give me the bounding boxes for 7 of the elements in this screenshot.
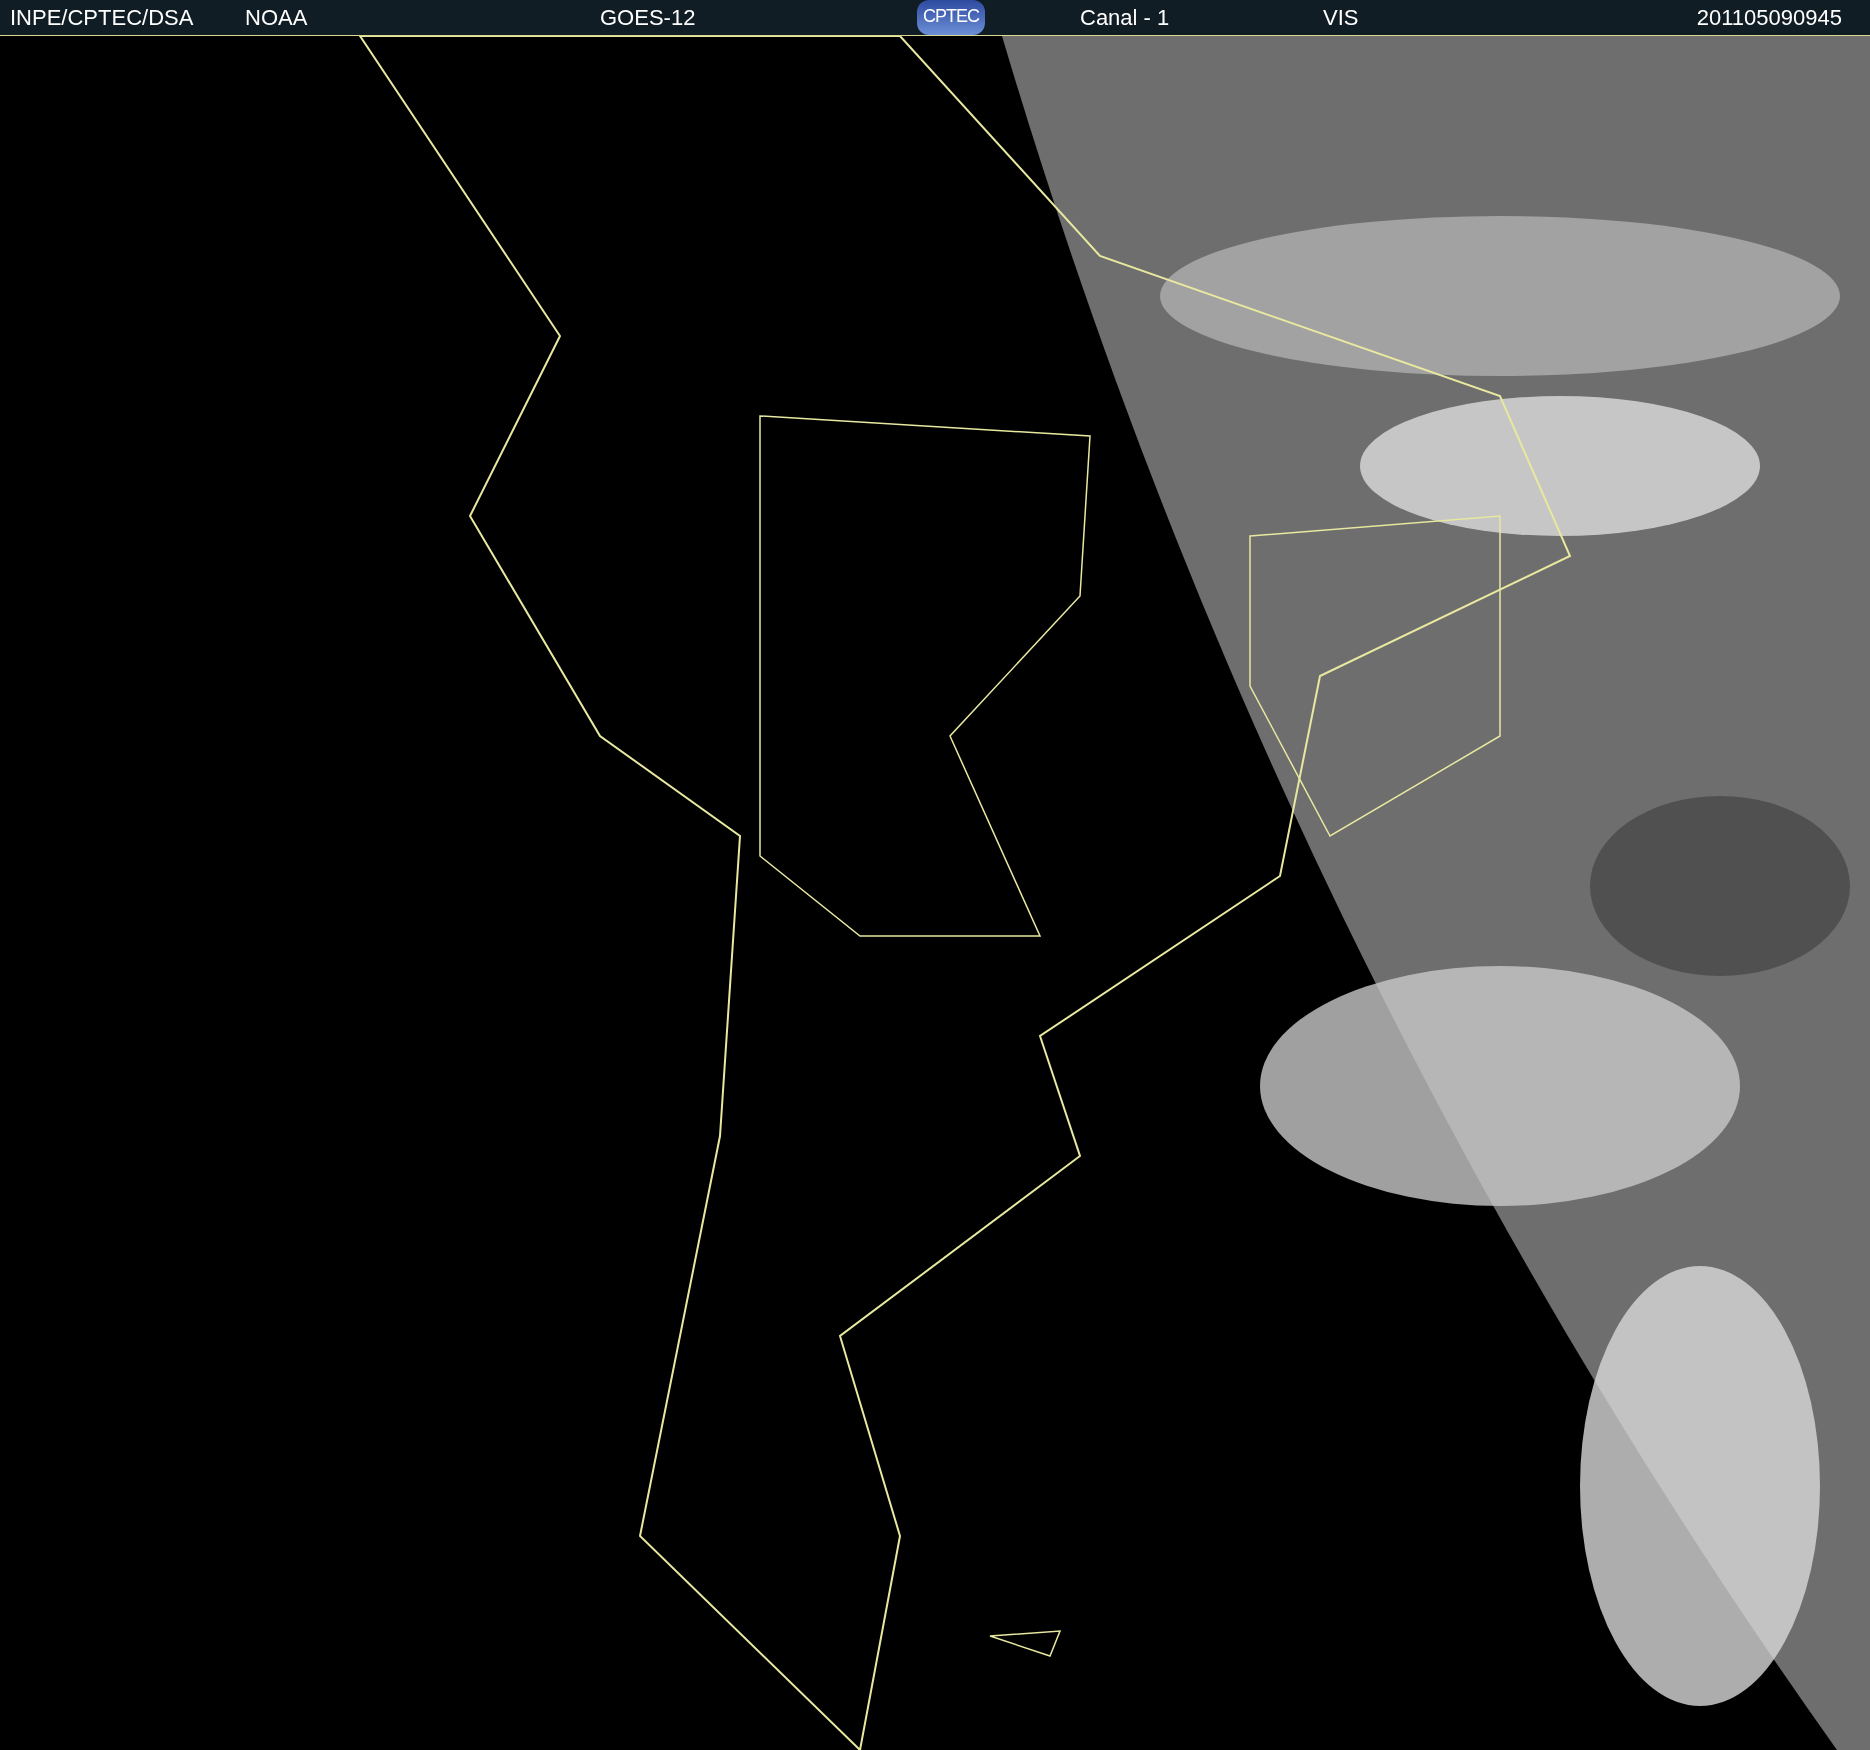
band-label: VIS [1323,4,1360,31]
timestamp-label: 201105090945 [1696,4,1843,31]
channel-label: Canal - 1 [1080,4,1171,31]
source-label: INPE/CPTEC/DSA [9,4,195,31]
logo: CPTEC [917,0,985,35]
agency-label: NOAA [245,4,309,31]
satellite-label: GOES-12 [600,4,697,31]
